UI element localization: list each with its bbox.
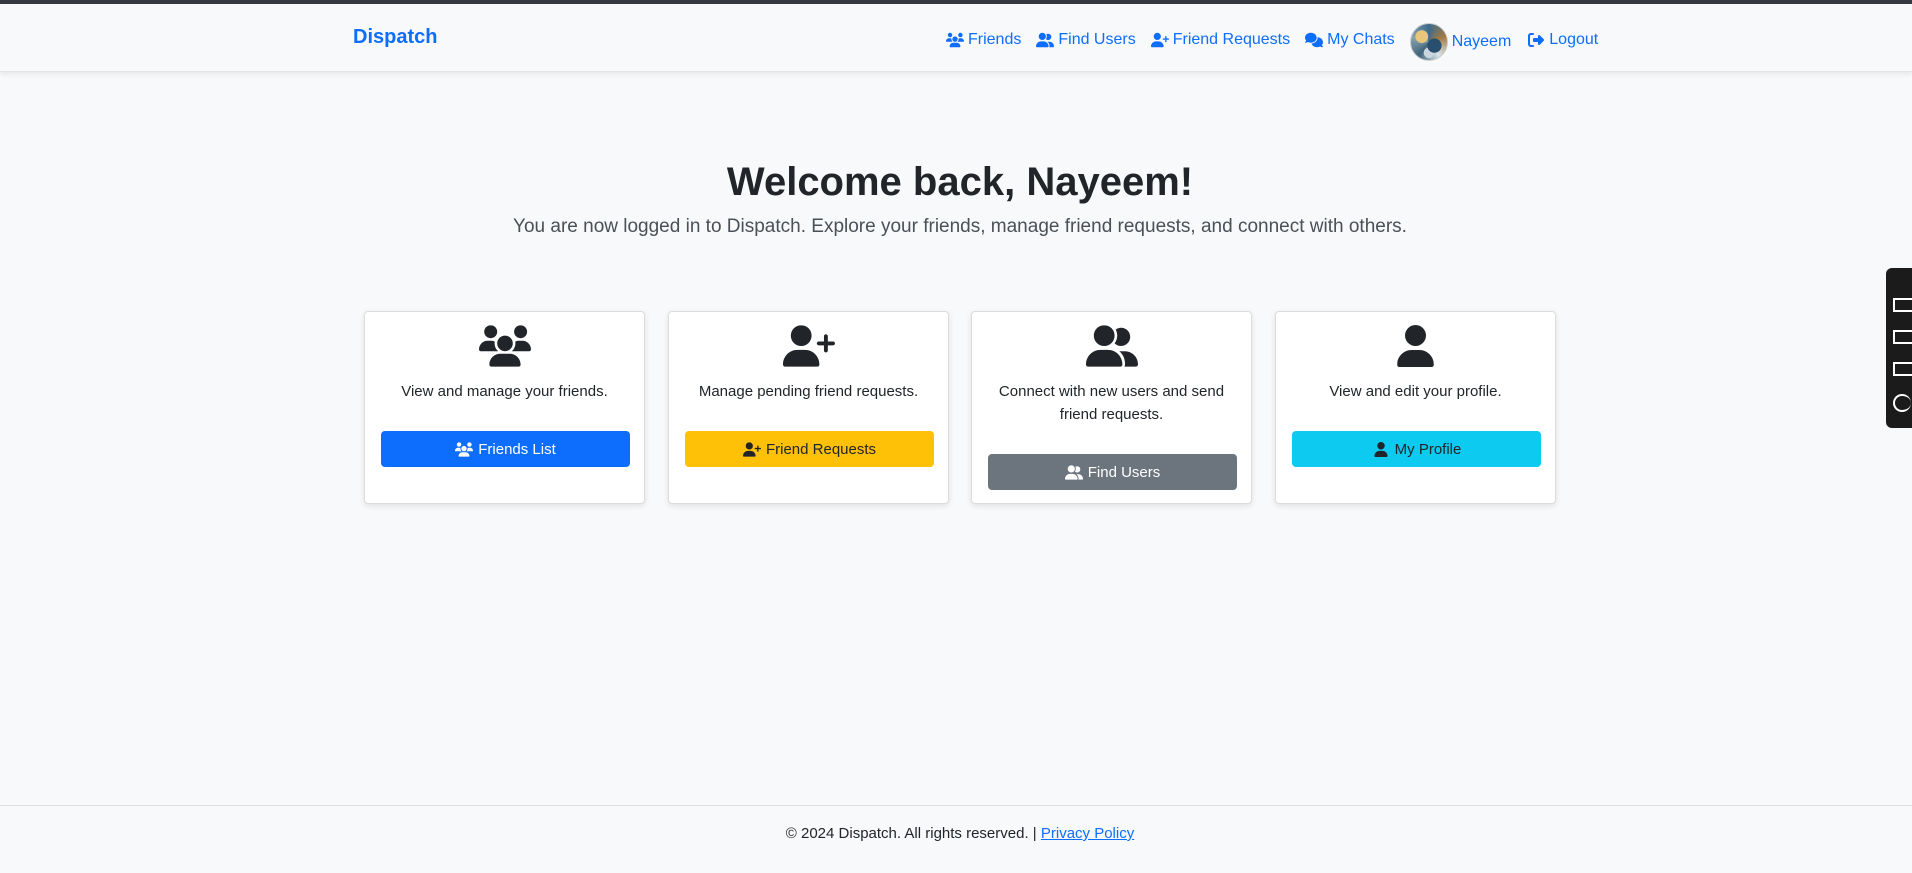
nav-friend-requests-label: Friend Requests	[1172, 31, 1291, 48]
card-icon-wrap	[669, 325, 948, 367]
user-plus-icon	[743, 442, 761, 457]
nav-friend-requests-link[interactable]: Friend Requests	[1151, 31, 1290, 49]
nav-my-chats-link[interactable]: My Chats	[1305, 31, 1395, 49]
user-icon	[1397, 325, 1434, 367]
user-plus-icon	[1151, 32, 1169, 48]
card-find-users: Connect with new users and send friend r…	[971, 311, 1252, 504]
friend-requests-button[interactable]: Friend Requests	[685, 431, 934, 467]
card-text: View and edit your profile.	[1329, 383, 1502, 400]
card-friend-requests: Manage pending friend requests. Friend R…	[668, 311, 949, 504]
card-icon-wrap	[1276, 325, 1555, 367]
card-text: Connect with new users and send friend r…	[998, 383, 1225, 423]
footer-inner: © 2024 Dispatch. All rights reserved. | …	[0, 825, 1912, 842]
nav-links: Friends Find Users Friend Requests My Ch…	[946, 18, 1613, 62]
page: Dispatch Friends Find Users Friend Reque…	[0, 0, 1912, 873]
users-icon	[946, 32, 964, 48]
page-title: Welcome back, Nayeem!	[726, 160, 1194, 204]
users-icon	[479, 325, 531, 367]
find-users-button[interactable]: Find Users	[988, 454, 1237, 490]
comments-icon	[1305, 32, 1323, 48]
privacy-policy-link[interactable]: Privacy Policy	[1041, 825, 1134, 842]
nav-profile-link[interactable]: Nayeem	[1409, 23, 1512, 61]
nav-my-chats-label: My Chats	[1327, 31, 1395, 48]
my-profile-button[interactable]: My Profile	[1292, 431, 1541, 467]
user-group-icon	[1036, 32, 1054, 48]
find-users-button-label: Find Users	[1087, 463, 1161, 481]
nav-find-users-label: Find Users	[1058, 31, 1136, 48]
card-icon-wrap	[972, 325, 1251, 367]
camera-icon[interactable]	[1893, 298, 1912, 312]
avatar	[1409, 23, 1448, 61]
page-subtitle: You are now logged in to Dispatch. Explo…	[513, 216, 1407, 237]
user-group-icon	[1086, 325, 1138, 367]
nav-logout-label: Logout	[1549, 31, 1599, 48]
nav-friends-label: Friends	[968, 31, 1022, 48]
nav-friends-link[interactable]: Friends	[946, 31, 1021, 49]
side-toolbar	[1886, 268, 1912, 428]
card-friends: View and manage your friends. Friends Li…	[364, 311, 645, 504]
footer-copyright: © 2024 Dispatch. All rights reserved. |	[785, 825, 1037, 842]
user-icon	[1372, 442, 1390, 457]
users-icon	[455, 442, 473, 457]
nav-find-users-link[interactable]: Find Users	[1036, 31, 1136, 49]
card-my-profile: View and edit your profile. My Profile	[1275, 311, 1556, 504]
video-icon[interactable]	[1893, 330, 1912, 344]
friends-list-button-label: Friends List	[478, 440, 556, 458]
navbar: Dispatch Friends Find Users Friend Reque…	[0, 4, 1912, 72]
friend-requests-button-label: Friend Requests	[765, 440, 877, 458]
screen-icon[interactable]	[1893, 362, 1912, 376]
user-group-icon	[1065, 465, 1083, 480]
nav-logout-link[interactable]: Logout	[1527, 31, 1598, 49]
gear-icon[interactable]	[1893, 394, 1911, 412]
card-text: View and manage your friends.	[401, 383, 608, 400]
footer: © 2024 Dispatch. All rights reserved. | …	[0, 805, 1912, 873]
friends-list-button[interactable]: Friends List	[381, 431, 630, 467]
user-plus-icon	[783, 325, 835, 367]
logout-icon	[1527, 32, 1545, 48]
my-profile-button-label: My Profile	[1394, 440, 1462, 458]
card-text: Manage pending friend requests.	[698, 383, 919, 400]
nav-user-name: Nayeem	[1451, 33, 1512, 50]
card-icon-wrap	[365, 325, 644, 367]
brand-link[interactable]: Dispatch	[353, 26, 437, 49]
